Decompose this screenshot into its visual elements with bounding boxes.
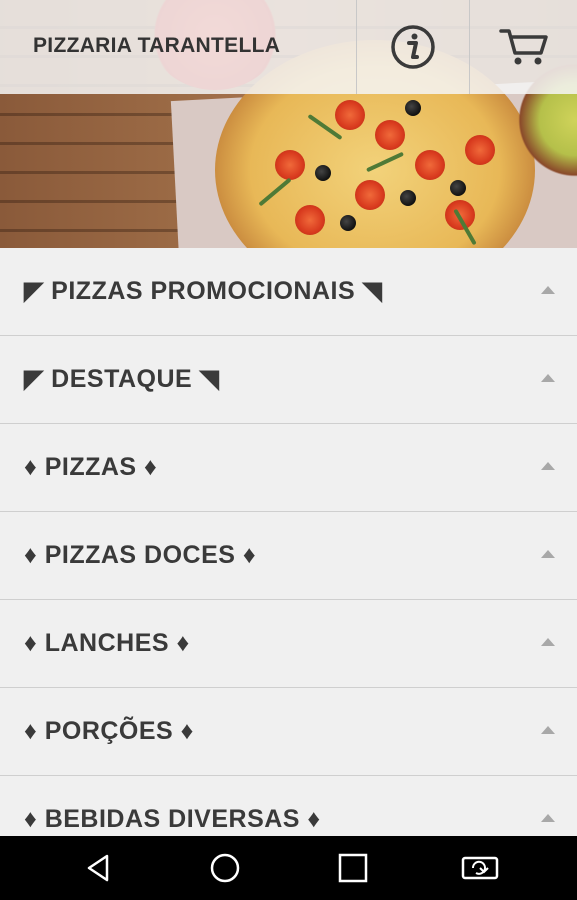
- category-destaque[interactable]: ◤ DESTAQUE ◥: [0, 336, 577, 424]
- category-pizzas[interactable]: ♦ PIZZAS ♦: [0, 424, 577, 512]
- category-label: ♦ PIZZAS DOCES ♦: [24, 541, 257, 569]
- home-icon: [210, 853, 240, 883]
- cart-icon: [498, 29, 548, 65]
- app-title: PIZZARIA TARANTELLA: [33, 34, 281, 57]
- rotate-button[interactable]: [430, 836, 530, 900]
- recents-icon: [338, 853, 368, 883]
- back-button[interactable]: [48, 836, 148, 900]
- category-pizzas-doces[interactable]: ♦ PIZZAS DOCES ♦: [0, 512, 577, 600]
- rotate-icon: [461, 856, 499, 880]
- category-list: ◤ PIZZAS PROMOCIONAIS ◥ ◤ DESTAQUE ◥ ♦ P…: [0, 248, 577, 864]
- category-label: ♦ LANCHES ♦: [24, 629, 190, 657]
- category-porcoes[interactable]: ♦ PORÇÕES ♦: [0, 688, 577, 776]
- chevron-up-icon: [541, 550, 555, 558]
- category-pizzas-promocionais[interactable]: ◤ PIZZAS PROMOCIONAIS ◥: [0, 248, 577, 336]
- chevron-up-icon: [541, 286, 555, 294]
- system-nav-bar: [0, 836, 577, 900]
- chevron-up-icon: [541, 638, 555, 646]
- home-button[interactable]: [175, 836, 275, 900]
- category-label: ◤ PIZZAS PROMOCIONAIS ◥: [24, 277, 383, 305]
- chevron-up-icon: [541, 726, 555, 734]
- recents-button[interactable]: [303, 836, 403, 900]
- chevron-up-icon: [541, 462, 555, 470]
- category-lanches[interactable]: ♦ LANCHES ♦: [0, 600, 577, 688]
- category-label: ♦ PORÇÕES ♦: [24, 717, 194, 745]
- back-icon: [87, 854, 109, 882]
- cart-button[interactable]: [470, 0, 577, 94]
- info-icon: [391, 25, 435, 69]
- app-bar: PIZZARIA TARANTELLA: [0, 0, 577, 94]
- category-label: ◤ DESTAQUE ◥: [24, 365, 220, 393]
- chevron-up-icon: [541, 374, 555, 382]
- category-label: ♦ PIZZAS ♦: [24, 453, 158, 481]
- info-button[interactable]: [357, 0, 469, 94]
- chevron-up-icon: [541, 814, 555, 822]
